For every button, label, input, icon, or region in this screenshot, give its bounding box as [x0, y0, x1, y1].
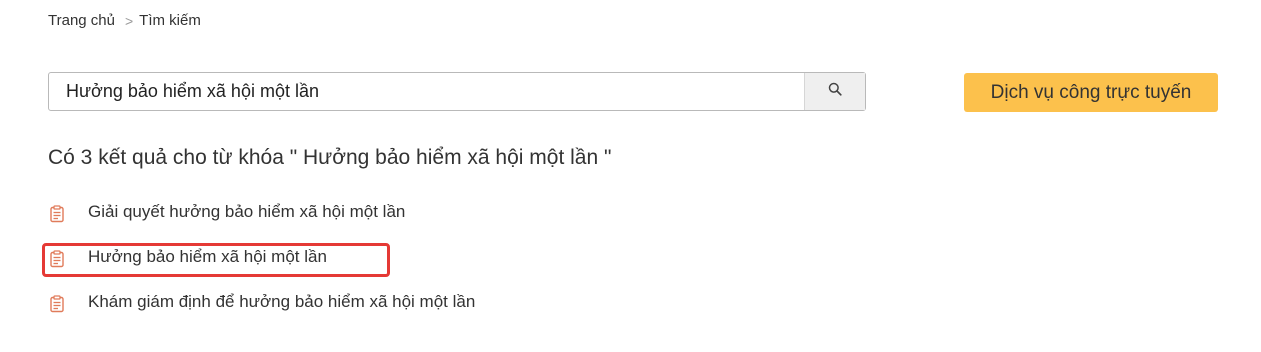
- search-box: [48, 72, 866, 111]
- result-item[interactable]: Giải quyết hưởng bảo hiểm xã hội một lần: [48, 199, 475, 244]
- breadcrumb-current: Tìm kiếm: [139, 12, 201, 29]
- document-icon: [48, 205, 66, 223]
- online-service-button[interactable]: Dịch vụ công trực tuyến: [964, 73, 1218, 112]
- search-button[interactable]: [804, 73, 865, 110]
- result-item[interactable]: Hưởng bảo hiểm xã hội một lần: [48, 244, 475, 289]
- document-icon: [48, 295, 66, 313]
- search-input[interactable]: [49, 73, 804, 110]
- result-item-label: Giải quyết hưởng bảo hiểm xã hội một lần: [88, 202, 406, 221]
- result-item-label: Hưởng bảo hiểm xã hội một lần: [88, 247, 327, 266]
- result-item[interactable]: Khám giám định để hưởng bảo hiểm xã hội …: [48, 289, 475, 334]
- breadcrumb-separator: >: [124, 12, 134, 29]
- search-icon: [828, 82, 842, 101]
- result-item-label: Khám giám định để hưởng bảo hiểm xã hội …: [88, 292, 476, 311]
- result-heading: Có 3 kết quả cho từ khóa " Hưởng bảo hiể…: [48, 146, 612, 169]
- breadcrumb-home-link[interactable]: Trang chủ: [48, 12, 115, 29]
- result-list: Giải quyết hưởng bảo hiểm xã hội một lần…: [48, 199, 475, 334]
- document-icon: [48, 250, 66, 268]
- breadcrumb: Trang chủ > Tìm kiếm: [48, 12, 201, 29]
